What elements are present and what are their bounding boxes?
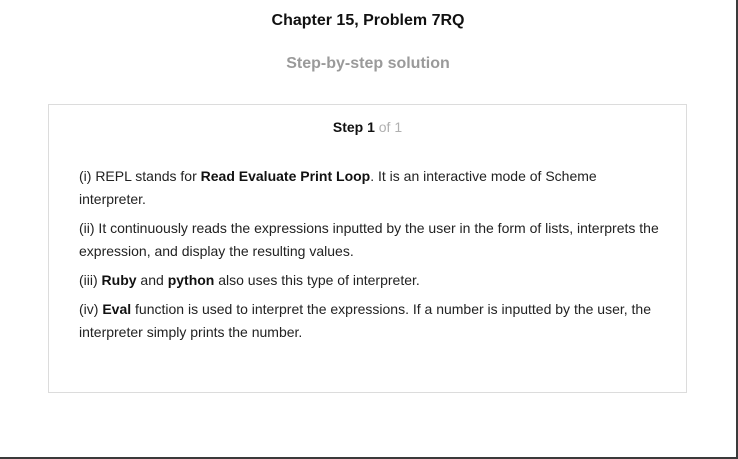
- paragraph-text: (ii) It continuously reads the expressio…: [79, 220, 659, 259]
- bold-term: python: [167, 272, 215, 288]
- paragraph-text: (i) REPL stands for: [79, 168, 201, 184]
- solution-paragraph-4: (iv) Eval function is used to interpret …: [79, 298, 659, 344]
- paragraph-text: also uses this type of interpreter.: [214, 272, 420, 288]
- bold-term: Read Evaluate Print Loop: [200, 168, 371, 184]
- paragraph-text: (iv): [79, 301, 103, 317]
- bold-term: Eval: [102, 301, 132, 317]
- step-indicator: Step 1 of 1: [49, 119, 686, 135]
- step-count: of 1: [378, 119, 403, 135]
- paragraph-text: and: [136, 272, 168, 288]
- page-subtitle: Step-by-step solution: [286, 55, 450, 72]
- solution-paragraph-1: (i) REPL stands for Read Evaluate Print …: [79, 165, 659, 211]
- bold-term: Ruby: [101, 272, 137, 288]
- solution-content: (i) REPL stands for Read Evaluate Print …: [79, 165, 659, 350]
- solution-paragraph-2: (ii) It continuously reads the expressio…: [79, 217, 659, 263]
- solution-paragraph-3: (iii) Ruby and python also uses this typ…: [79, 269, 659, 292]
- page-title: Chapter 15, Problem 7RQ: [271, 12, 465, 29]
- solution-card: Step 1 of 1 (i) REPL stands for Read Eva…: [48, 104, 687, 393]
- paragraph-text: function is used to interpret the expres…: [79, 301, 651, 340]
- step-label: Step 1: [332, 119, 375, 135]
- paragraph-text: (iii): [79, 272, 102, 288]
